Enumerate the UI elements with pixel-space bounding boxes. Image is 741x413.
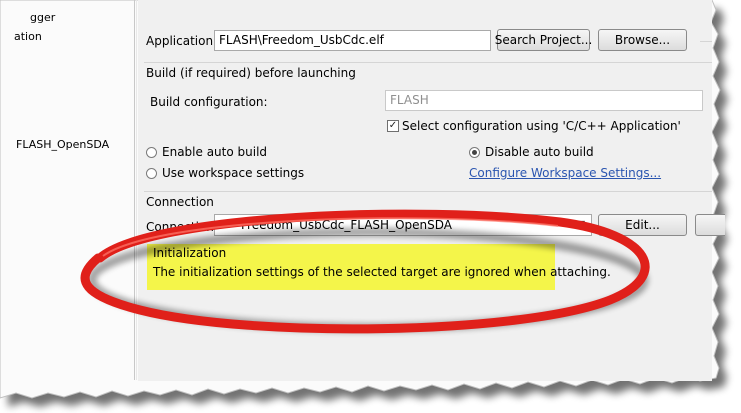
annotation-ellipse (80, 209, 650, 334)
